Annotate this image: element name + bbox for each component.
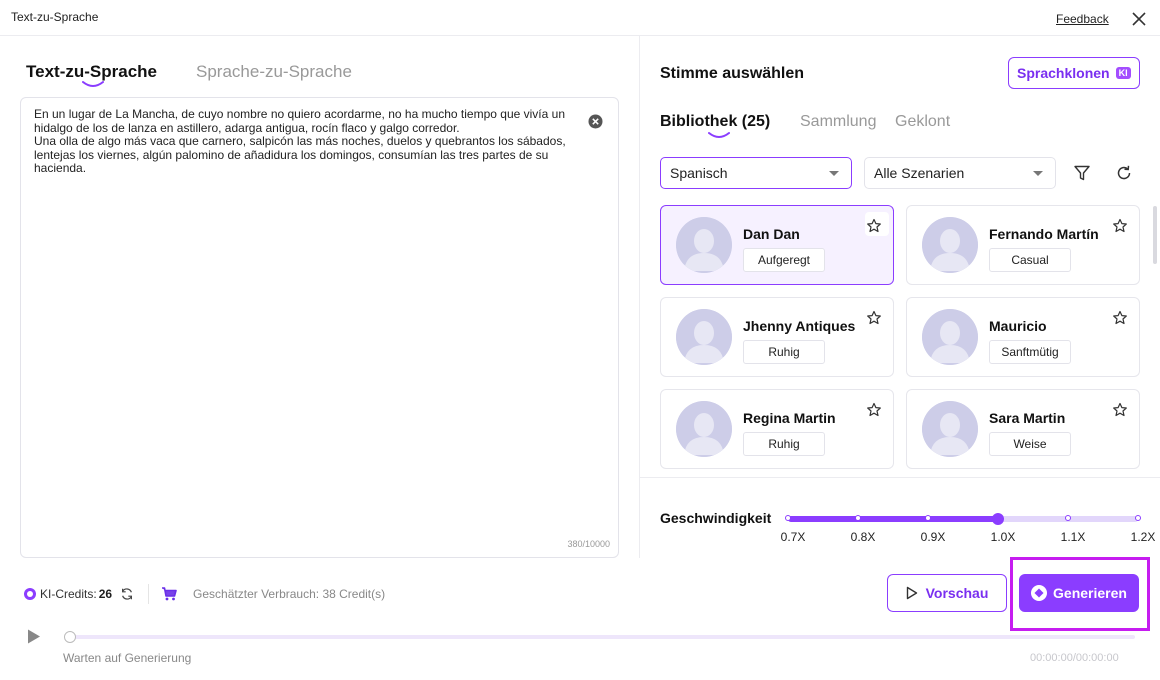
- voice-tag: Casual: [989, 248, 1071, 272]
- voice-tag: Aufgeregt: [743, 248, 825, 272]
- speed-tick-label: 1.1X: [1060, 530, 1086, 544]
- speed-slider-fill: [788, 516, 998, 522]
- voice-tag: Weise: [989, 432, 1071, 456]
- progress-knob[interactable]: [64, 631, 76, 643]
- speed-slider[interactable]: [785, 513, 1141, 525]
- estimated-usage: Geschätzter Verbrauch: 38 Credit(s): [193, 587, 386, 601]
- tab-text-to-speech[interactable]: Text-zu-Sprache: [26, 62, 157, 87]
- voice-card[interactable]: Mauricio Sanftmütig: [906, 297, 1140, 377]
- divider: [148, 584, 150, 604]
- voice-tag: Sanftmütig: [989, 340, 1071, 364]
- avatar: [922, 309, 978, 365]
- playback-progress[interactable]: [64, 631, 1135, 643]
- star-icon[interactable]: [1112, 218, 1128, 234]
- credits-bar: KI-Credits: 26 Geschätzter Verbrauch: 38…: [24, 584, 386, 604]
- generation-status: Warten auf Generierung: [63, 651, 192, 665]
- play-outline-icon: [906, 586, 917, 600]
- tab-collection[interactable]: Sammlung: [800, 113, 876, 131]
- credits-value: 26: [98, 587, 113, 601]
- star-icon[interactable]: [866, 402, 882, 418]
- voice-heading: Stimme auswählen: [660, 65, 805, 82]
- playback-time: 00:00:00/00:00:00: [1030, 652, 1119, 664]
- text-content[interactable]: En un lugar de La Mancha, de cuyo nombre…: [34, 107, 584, 176]
- chevron-down-icon: [829, 171, 839, 176]
- tab-speech-to-speech[interactable]: Sprache-zu-Sprache: [196, 62, 352, 82]
- speed-step-dot[interactable]: [1065, 515, 1071, 521]
- active-tab-indicator: [82, 81, 104, 87]
- voice-card[interactable]: Dan Dan Aufgeregt: [660, 205, 894, 285]
- clone-label: Sprachklonen: [1017, 65, 1110, 81]
- close-icon[interactable]: [1131, 11, 1147, 27]
- clear-text-icon[interactable]: [588, 114, 603, 129]
- window-title: Text-zu-Sprache: [11, 10, 99, 24]
- voice-panel: Stimme auswählen Sprachklonen KI Bibliot…: [639, 36, 1160, 558]
- ki-badge: KI: [1115, 67, 1131, 79]
- voice-tag: Ruhig: [743, 432, 825, 456]
- avatar: [676, 401, 732, 457]
- tab-cloned[interactable]: Geklont: [895, 113, 950, 131]
- scenario-value: Alle Szenarien: [874, 165, 965, 181]
- voice-name: Mauricio: [989, 318, 1047, 334]
- active-tab-indicator: [708, 132, 730, 138]
- avatar: [922, 401, 978, 457]
- refresh-credits-icon[interactable]: [120, 587, 134, 601]
- language-select[interactable]: Spanisch: [660, 157, 852, 189]
- tab-library[interactable]: Bibliothek (25): [660, 113, 771, 138]
- voice-clone-button[interactable]: Sprachklonen KI: [1008, 57, 1140, 89]
- preview-button[interactable]: Vorschau: [887, 574, 1007, 612]
- speed-step-dot[interactable]: [785, 515, 791, 521]
- speed-step-dot[interactable]: [855, 515, 861, 521]
- voice-name: Regina Martin: [743, 410, 836, 426]
- speed-tick-label: 0.8X: [850, 530, 876, 544]
- star-icon[interactable]: [866, 310, 882, 326]
- voice-card[interactable]: Fernando Martín Casual: [906, 205, 1140, 285]
- cart-icon[interactable]: [161, 586, 177, 602]
- voice-tag: Ruhig: [743, 340, 825, 364]
- star-icon[interactable]: [1112, 310, 1128, 326]
- speed-tick-label: 0.7X: [780, 530, 806, 544]
- chevron-down-icon: [1033, 171, 1043, 176]
- star-icon[interactable]: [866, 218, 882, 234]
- voice-card[interactable]: Jhenny Antiques Ruhig: [660, 297, 894, 377]
- credits-label: KI-Credits:: [40, 587, 97, 601]
- generate-label: Generieren: [1053, 585, 1127, 601]
- speed-tick-label: 0.9X: [920, 530, 946, 544]
- avatar: [676, 217, 732, 273]
- reload-icon[interactable]: [1115, 164, 1133, 182]
- feedback-link[interactable]: Feedback: [1056, 12, 1109, 26]
- ki-credits-icon: [24, 588, 36, 600]
- voice-name: Dan Dan: [743, 226, 800, 242]
- speed-slider-thumb[interactable]: [992, 513, 1004, 525]
- speed-tick-labels: 0.7X 0.8X 0.9X 1.0X 1.1X 1.2X: [781, 530, 1156, 544]
- voice-card[interactable]: Sara Martin Weise: [906, 389, 1140, 469]
- avatar: [676, 309, 732, 365]
- avatar: [922, 217, 978, 273]
- voice-name: Fernando Martín: [989, 226, 1099, 242]
- speed-tick-label: 1.2X: [1130, 530, 1156, 544]
- speed-step-dot[interactable]: [1135, 515, 1141, 521]
- language-value: Spanisch: [670, 165, 728, 181]
- char-counter: 380/10000: [567, 539, 610, 549]
- tab-label: Bibliothek (25): [660, 113, 771, 130]
- voice-list-scrollbar[interactable]: [1153, 206, 1157, 264]
- scenario-select[interactable]: Alle Szenarien: [864, 157, 1056, 189]
- speed-label: Geschwindigkeit: [660, 510, 772, 526]
- text-input-area[interactable]: En un lugar de La Mancha, de cuyo nombre…: [20, 97, 619, 558]
- tab-label: Text-zu-Sprache: [26, 62, 157, 81]
- play-icon[interactable]: [26, 628, 42, 645]
- voice-name: Sara Martin: [989, 410, 1066, 426]
- generate-button[interactable]: Generieren: [1019, 574, 1139, 612]
- voice-name: Jhenny Antiques: [743, 318, 856, 334]
- speed-tick-label: 1.0X: [990, 530, 1016, 544]
- speed-section: Geschwindigkeit 0.7X 0.8X 0.9X 1.0X 1.1X 1.2X: [640, 477, 1160, 558]
- speed-step-dot[interactable]: [925, 515, 931, 521]
- generate-icon: [1031, 585, 1048, 601]
- title-bar: Text-zu-Sprache Feedback: [0, 0, 1160, 36]
- preview-label: Vorschau: [925, 585, 989, 601]
- voice-card[interactable]: Regina Martin Ruhig: [660, 389, 894, 469]
- star-icon[interactable]: [1112, 402, 1128, 418]
- filter-icon[interactable]: [1073, 164, 1091, 182]
